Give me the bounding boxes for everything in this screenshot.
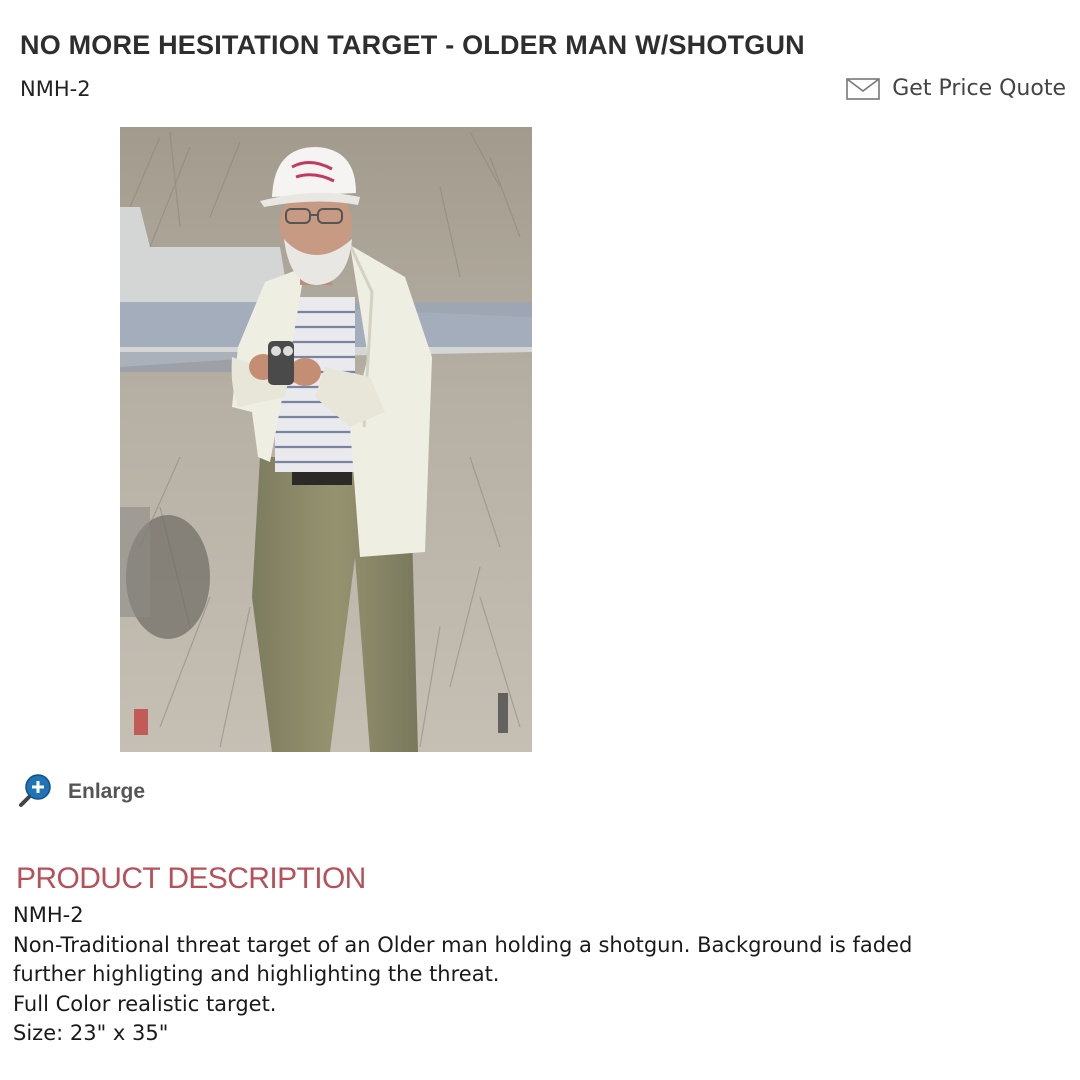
product-description: NMH-2 Non-Traditional threat target of a… — [13, 901, 1063, 1049]
product-title: NO MORE HESITATION TARGET - OLDER MAN W/… — [20, 30, 805, 60]
product-description-heading: PRODUCT DESCRIPTION — [16, 862, 366, 895]
enlarge-link[interactable]: Enlarge — [18, 772, 145, 812]
description-line: NMH-2 — [13, 903, 84, 927]
get-price-quote-label: Get Price Quote — [892, 76, 1066, 101]
envelope-icon — [846, 77, 881, 100]
product-image[interactable] — [120, 127, 532, 752]
product-sku: NMH-2 — [20, 77, 91, 101]
get-price-quote-link[interactable]: Get Price Quote — [846, 76, 1066, 101]
description-line: Full Color realistic target. — [13, 991, 277, 1016]
description-line: Non-Traditional threat target of an Olde… — [13, 932, 913, 957]
magnifier-plus-icon — [18, 772, 54, 812]
enlarge-label: Enlarge — [68, 780, 146, 803]
description-line: further highligting and highlighting the… — [13, 962, 500, 986]
description-line: Size: 23" x 35" — [13, 1021, 169, 1045]
